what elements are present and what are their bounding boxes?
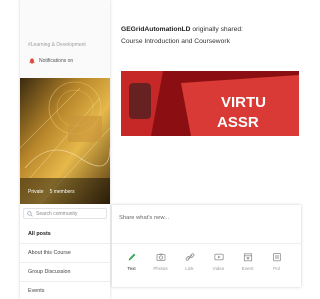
tool-video[interactable]: Video — [204, 252, 233, 271]
privacy-label: Private — [28, 189, 44, 195]
tool-link[interactable]: Link — [175, 252, 204, 271]
post-author[interactable]: GEGridAutomationLD — [121, 26, 190, 33]
tool-poll-label: Pol — [273, 266, 280, 271]
members-count[interactable]: 5 members — [50, 189, 75, 195]
tool-photos[interactable]: Photos — [146, 252, 175, 271]
notifications-toggle[interactable]: Notifications on — [28, 58, 73, 64]
search-placeholder: Search community — [36, 210, 78, 217]
community-category: #Learning & Development — [28, 42, 86, 48]
tool-link-label: Link — [185, 266, 194, 271]
community-card: #Learning & Development Notifications on — [20, 0, 110, 299]
tool-event[interactable]: Event — [233, 252, 262, 271]
composer-divider — [112, 243, 301, 244]
community-meta: Private 5 members — [28, 189, 75, 195]
tool-photos-label: Photos — [153, 266, 168, 271]
composer-toolbar: Text Photos Link Video Event Pol — [117, 252, 291, 271]
post-action: originally shared: — [190, 26, 243, 33]
notifications-label: Notifications on — [39, 58, 74, 64]
post-composer: Share what's new... Text Photos Link Vid… — [112, 205, 301, 287]
post-image-text-line1: VIRTU — [221, 94, 266, 111]
camera-icon — [156, 253, 165, 261]
link-icon — [185, 253, 194, 261]
search-icon — [27, 210, 33, 217]
nav-item-events[interactable]: Events — [20, 281, 110, 299]
post-image-text-line2: ASSR — [217, 114, 259, 131]
video-icon — [213, 253, 224, 261]
poll-icon — [272, 252, 281, 262]
community-search-input[interactable]: Search community — [23, 208, 107, 219]
tool-text-label: Text — [127, 266, 136, 271]
shared-post-header: GEGridAutomationLD originally shared: Co… — [121, 24, 299, 48]
bell-icon — [29, 58, 35, 64]
calendar-icon — [243, 253, 252, 262]
tool-video-label: Video — [212, 266, 225, 271]
community-header: #Learning & Development Notifications on — [20, 0, 110, 78]
post-title[interactable]: Course Introduction and Coursework — [121, 36, 299, 48]
pencil-icon — [128, 253, 135, 261]
post-image[interactable]: VIRTU ASSR — [121, 71, 299, 136]
nav-item-about-course[interactable]: About this Course — [20, 243, 110, 262]
share-input[interactable]: Share what's new... — [119, 215, 169, 221]
nav-item-all-posts[interactable]: All posts — [20, 224, 110, 243]
community-nav: All posts About this Course Group Discus… — [20, 224, 110, 299]
tool-poll[interactable]: Pol — [262, 252, 291, 271]
tool-event-label: Event — [241, 266, 254, 271]
nav-item-group-discussion[interactable]: Group Discussion — [20, 262, 110, 281]
tool-text[interactable]: Text — [117, 252, 146, 271]
community-cover-image — [20, 78, 110, 204]
